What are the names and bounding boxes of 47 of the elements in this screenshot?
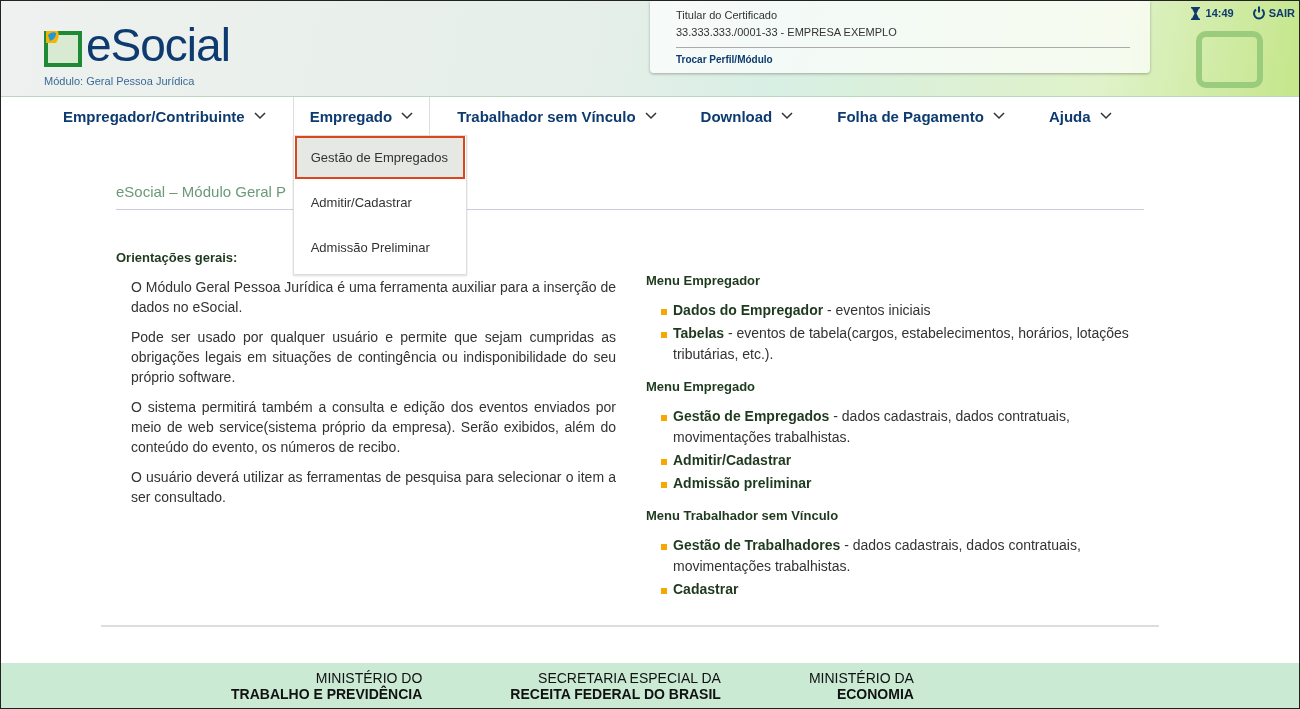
bullet-icon xyxy=(661,482,667,488)
chevron-down-icon xyxy=(1099,112,1112,120)
certificate-label: Titular do Certificado xyxy=(676,9,779,21)
chevron-down-icon xyxy=(781,112,794,120)
power-icon xyxy=(1251,6,1266,20)
logout-button[interactable]: SAIR xyxy=(1251,6,1295,20)
session-time: 14:49 xyxy=(1205,7,1234,19)
chevron-down-icon xyxy=(644,112,657,120)
hourglass-icon xyxy=(1190,6,1200,20)
section-heading: Orientações gerais: xyxy=(116,250,239,265)
dropdown-item[interactable]: Gestão de Empregados xyxy=(294,136,465,179)
bullet-icon xyxy=(661,459,667,465)
bullet-icon xyxy=(661,309,667,315)
page-title: eSocial – Módulo Geral P xyxy=(116,183,287,200)
ministry-label: SECRETARIA ESPECIAL DA xyxy=(538,669,721,686)
list-item: Dados do Empregador - eventos iniciais xyxy=(673,301,931,320)
switch-profile-link[interactable]: Trocar Perfil/Módulo xyxy=(676,54,1130,65)
list-item: Gestão de Empregados - dados cadastrais, dados contratuais, movimentações trabalhistas. xyxy=(673,407,1071,447)
paragraph: O Módulo Geral Pessoa Jurídica é uma ferramenta auxiliar para a inserção de dados no eSocial. xyxy=(131,278,616,317)
chevron-down-icon xyxy=(253,112,266,120)
ministry-name: RECEITA FEDERAL DO BRASIL xyxy=(510,685,721,702)
chevron-down-icon xyxy=(992,112,1005,120)
paragraph: O usuário deverá utilizar as ferramentas de pesquisa para selecionar o item a ser consultado. xyxy=(131,468,616,507)
ministry-label: MINISTÉRIO DO xyxy=(315,669,423,686)
paragraph: O sistema permitirá também a consulta e edição dos eventos enviados por meio de web service(sistema próprio da empresa). Serão exibidos, além do conteúdo do evento, os números de recibo. xyxy=(131,398,616,457)
module-label: Módulo: Geral Pessoa Jurídica xyxy=(44,75,196,87)
list-item: Admitir/Cadastrar xyxy=(673,451,792,470)
bullet-icon xyxy=(661,588,667,594)
list-item: Admissão preliminar xyxy=(673,474,812,493)
section-heading: Menu Empregado xyxy=(646,379,757,394)
menu-tab[interactable]: Empregado xyxy=(292,97,431,135)
bullet-icon xyxy=(661,332,667,338)
list-item: Gestão de Trabalhadores - dados cadastrais, dados contratuais, movimentações trabalhistas. xyxy=(673,536,1082,576)
list-item: Tabelas - eventos de tabela(cargos, estabelecimentos, horários, lotações tributárias, etc.). xyxy=(673,324,1130,364)
list-item: Cadastrar xyxy=(673,580,739,599)
bullet-icon xyxy=(661,544,667,550)
ministry-name: TRABALHO E PREVIDÊNCIA xyxy=(231,685,423,702)
ministry-name: ECONOMIA xyxy=(836,685,914,702)
section-heading: Menu Empregador xyxy=(646,273,762,288)
section-heading: Menu Trabalhador sem Vínculo xyxy=(646,508,840,523)
decorative-shape xyxy=(1196,31,1263,88)
bullet-icon xyxy=(661,415,667,421)
logo-text: eSocial xyxy=(86,23,230,67)
certificate-value: 33.333.333./0001-33 - EMPRESA EXEMPLO xyxy=(676,26,1130,48)
paragraph: Pode ser usado por qualquer usuário e permite que sejam cumpridas as obrigações legais em situações de contingência ou indisponibilidade do seu próprio software. xyxy=(131,328,616,387)
ministry-label: MINISTÉRIO DA xyxy=(808,669,914,686)
chevron-down-icon xyxy=(401,112,414,120)
